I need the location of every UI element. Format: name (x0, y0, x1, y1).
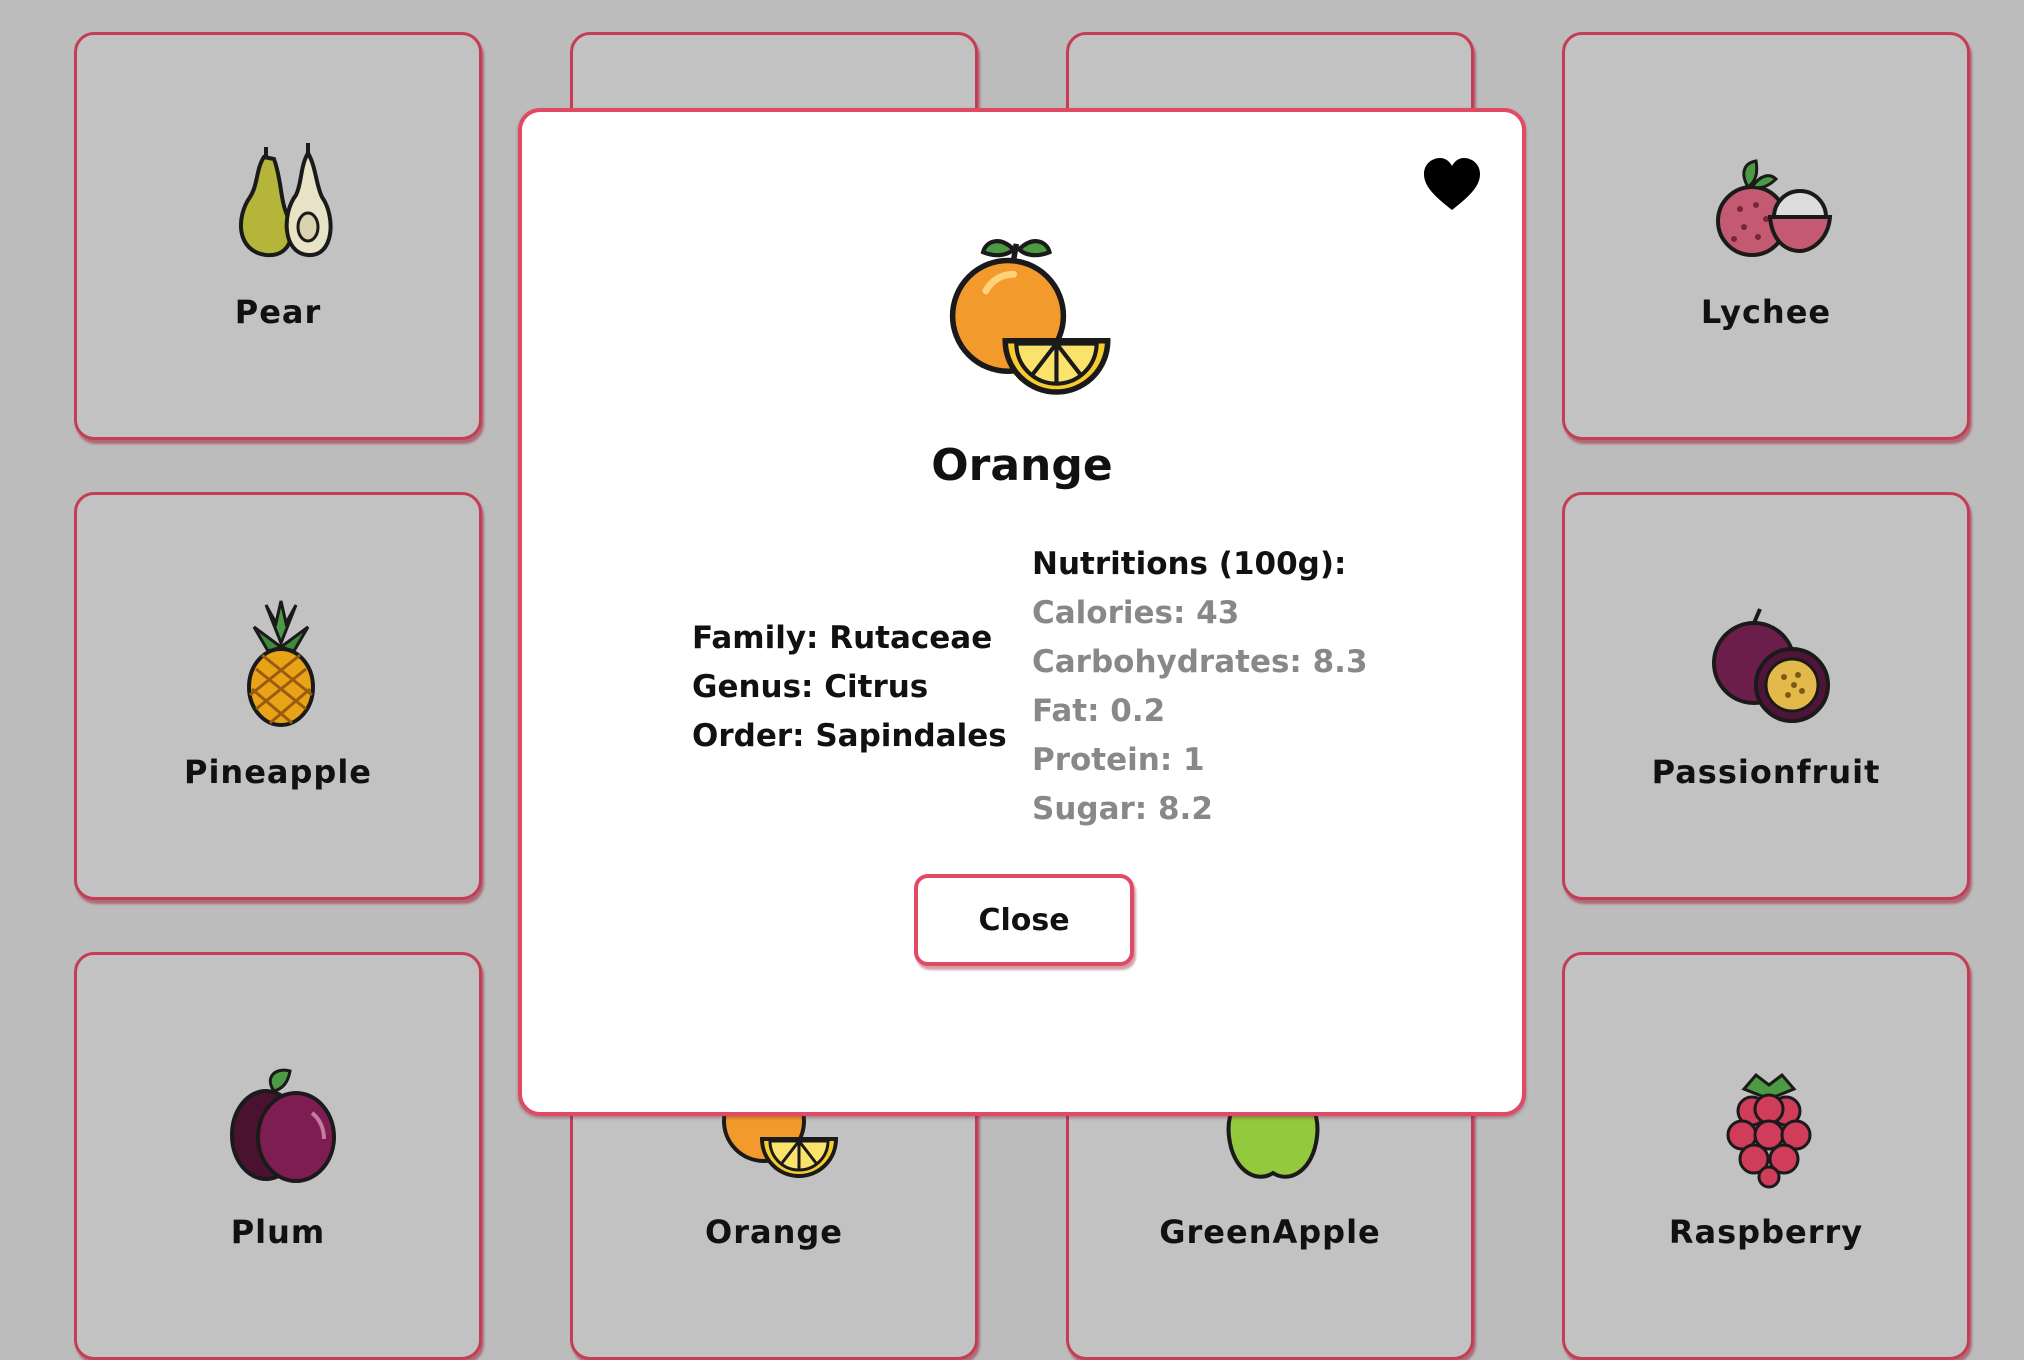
pear-icon (216, 139, 346, 269)
fruit-card-raspberry[interactable]: Raspberry (1562, 952, 1970, 1360)
fruit-card-pear[interactable]: Pear (74, 32, 482, 440)
order-text: Order: Sapindales (692, 718, 1007, 754)
fruit-card-name: Lychee (1700, 293, 1832, 331)
fruit-card-pineapple[interactable]: Pineapple (74, 492, 482, 900)
family-text: Family: Rutaceae (692, 620, 993, 656)
protein-text: Protein: 1 (1032, 742, 1205, 778)
close-button[interactable]: Close (914, 874, 1134, 966)
nutrition-info: Nutritions (100g): Calories: 43 Carbohyd… (1032, 540, 1368, 834)
fruit-card-passionfruit[interactable]: Passionfruit (1562, 492, 1970, 900)
orange-icon (936, 230, 1116, 410)
fruit-card-name: Orange (705, 1213, 843, 1251)
fruit-card-name: Plum (230, 1213, 326, 1251)
fruit-card-name: Raspberry (1668, 1213, 1864, 1251)
nutrition-heading: Nutritions (100g): (1032, 546, 1347, 582)
passionfruit-icon (1704, 599, 1834, 729)
modal-title: Orange (931, 440, 1113, 491)
carbohydrates-text: Carbohydrates: 8.3 (1032, 644, 1368, 680)
raspberry-icon (1704, 1059, 1834, 1189)
fat-text: Fat: 0.2 (1032, 693, 1166, 729)
calories-text: Calories: 43 (1032, 595, 1240, 631)
fruit-card-name: Passionfruit (1651, 753, 1881, 791)
genus-text: Genus: Citrus (692, 669, 929, 705)
fruit-card-name: Pineapple (184, 753, 372, 791)
fruit-card-lychee[interactable]: Lychee (1562, 32, 1970, 440)
fruit-card-name: Pear (234, 293, 322, 331)
heart-icon[interactable] (1422, 156, 1482, 216)
sugar-text: Sugar: 8.2 (1032, 791, 1213, 827)
plum-icon (216, 1059, 346, 1189)
fruit-card-name: GreenApple (1159, 1213, 1381, 1251)
lychee-icon (1704, 139, 1834, 269)
taxonomy-info: Family: Rutaceae Genus: Citrus Order: Sa… (692, 614, 1007, 761)
fruit-card-plum[interactable]: Plum (74, 952, 482, 1360)
pineapple-icon (216, 599, 346, 729)
fruit-detail-modal: Orange Family: Rutaceae Genus: Citrus Or… (518, 108, 1526, 1116)
